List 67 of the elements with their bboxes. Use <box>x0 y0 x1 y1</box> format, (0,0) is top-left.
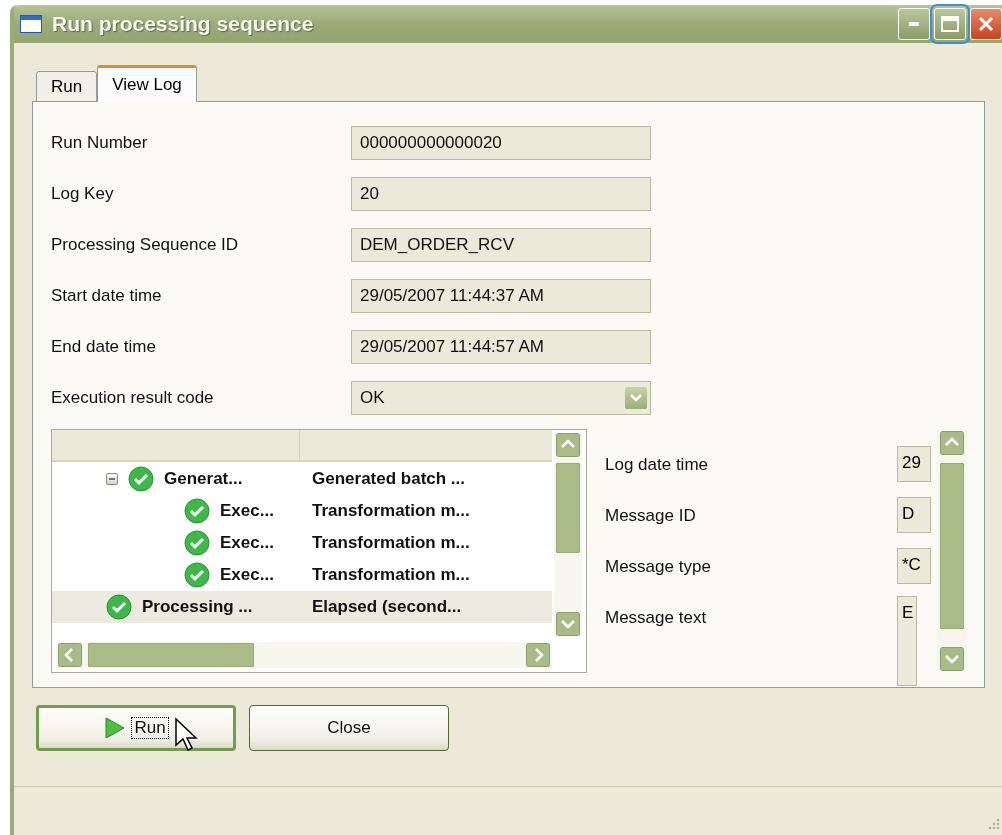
tree-row[interactable]: Exec... Transformation m... <box>52 495 552 527</box>
read-only-field: 29/05/2007 11:44:37 AM <box>351 278 651 313</box>
read-only-field: *C <box>897 548 931 584</box>
play-icon <box>104 716 127 740</box>
read-only-field: 29 <box>897 446 931 482</box>
scroll-down-button[interactable] <box>556 612 580 636</box>
text-area: E <box>897 596 917 686</box>
check-icon <box>184 498 210 524</box>
close-icon <box>978 16 994 32</box>
chevron-down-icon <box>630 393 642 402</box>
step-name: Exec... <box>220 501 274 521</box>
tree-row[interactable]: Processing ... Elapsed (second... <box>52 591 552 623</box>
field-label: Message ID <box>605 505 697 526</box>
step-message: Transformation m... <box>311 501 471 521</box>
step-name: Exec... <box>220 533 274 553</box>
field-label: Message type <box>605 556 712 577</box>
field-label: Run Number <box>51 132 149 153</box>
scrollbar-thumb[interactable] <box>556 463 580 553</box>
window-title: Run processing sequence <box>52 12 315 36</box>
step-name: Exec... <box>220 565 274 585</box>
scroll-up-button[interactable] <box>940 431 964 455</box>
field-label: Execution result code <box>51 387 215 408</box>
read-only-field: 000000000000020 <box>351 125 651 160</box>
tree-row[interactable]: Generat... Generated batch ... <box>52 463 552 495</box>
read-only-field: DEM_ORDER_RCV <box>351 227 651 262</box>
window-icon <box>20 15 42 33</box>
read-only-field: 20 <box>351 176 651 211</box>
step-message: Transformation m... <box>311 533 471 553</box>
check-icon <box>106 594 132 620</box>
scroll-down-button[interactable] <box>940 647 964 671</box>
scroll-left-button[interactable] <box>58 643 82 667</box>
dropdown-field[interactable]: OK <box>351 380 651 415</box>
step-message: Generated batch ... <box>311 469 467 489</box>
resize-grip-icon <box>986 817 1000 831</box>
close-button[interactable]: Close <box>249 705 449 751</box>
field-label: Start date time <box>51 285 163 306</box>
close-button[interactable] <box>970 8 1002 40</box>
check-icon <box>184 530 210 556</box>
tab[interactable]: Run <box>36 71 98 102</box>
mouse-cursor-icon <box>174 717 200 753</box>
scrollbar-thumb[interactable] <box>940 463 964 629</box>
minimize-icon <box>909 22 919 26</box>
check-icon <box>184 562 210 588</box>
minimize-button[interactable] <box>898 8 930 40</box>
minus-icon <box>108 475 116 483</box>
field-label: Processing Sequence ID <box>51 234 240 255</box>
step-message: Transformation m... <box>311 565 471 585</box>
field-label: Log Key <box>51 183 115 204</box>
read-only-field: 29/05/2007 11:44:57 AM <box>351 329 651 364</box>
field-label: Message text <box>605 607 708 628</box>
read-only-field: D <box>897 497 931 533</box>
tab[interactable]: View Log <box>97 65 197 102</box>
step-message: Elapsed (second... <box>311 597 463 617</box>
scrollbar-thumb[interactable] <box>88 643 254 667</box>
run-button[interactable]: Run <box>36 705 236 751</box>
step-name: Processing ... <box>142 597 253 617</box>
maximize-icon <box>941 16 959 32</box>
check-icon <box>128 466 154 492</box>
tree-row[interactable]: Exec... Transformation m... <box>52 559 552 591</box>
tree-row[interactable]: Exec... Transformation m... <box>52 527 552 559</box>
step-name: Generat... <box>164 469 243 489</box>
dropdown-button[interactable] <box>625 386 647 409</box>
collapse-toggle[interactable] <box>106 473 118 485</box>
scroll-up-button[interactable] <box>556 433 580 457</box>
field-label: Log date time <box>605 454 709 475</box>
field-label: End date time <box>51 336 157 357</box>
scroll-right-button[interactable] <box>526 643 550 667</box>
